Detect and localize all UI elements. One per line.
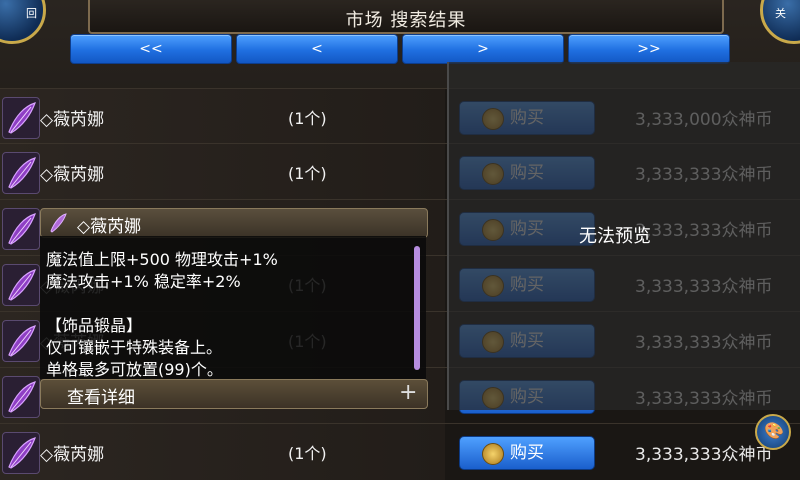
- item-quantity: (1个): [288, 444, 327, 463]
- tooltip-line: 【饰品锻晶】: [46, 316, 143, 335]
- item-name: ◇薇芮娜: [40, 165, 105, 185]
- tooltip-line: 魔法攻击+1% 稳定率+2%: [46, 272, 241, 291]
- last-page-button[interactable]: >>: [568, 34, 730, 64]
- purple-feather-icon: [2, 208, 40, 250]
- header-bar: 市场 搜索结果: [88, 0, 724, 34]
- item-name: ◇薇芮娜: [40, 445, 105, 465]
- purple-feather-icon: [2, 152, 40, 194]
- palette-icon[interactable]: 🎨: [755, 414, 791, 450]
- purple-feather-icon: [2, 264, 40, 306]
- item-quantity: (1个): [288, 164, 327, 183]
- tooltip-header: ◇薇芮娜: [40, 208, 428, 238]
- view-detail-label: 查看详细: [67, 388, 135, 408]
- item-quantity: (1个): [288, 109, 327, 128]
- purple-feather-icon: [2, 320, 40, 362]
- preview-unavailable-text: 无法预览: [579, 226, 651, 247]
- table-row[interactable]: ◇薇芮娜 (1个) 购买 3,333,333众神币: [0, 423, 800, 480]
- row-item-cell: ◇薇芮娜 (1个): [0, 424, 445, 480]
- close-orb-label: 关: [775, 7, 786, 20]
- purple-feather-icon: [2, 432, 40, 474]
- plus-icon: +: [399, 380, 418, 405]
- item-price: 3,333,333众神币: [635, 445, 773, 465]
- tooltip-body: 魔法值上限+500 物理攻击+1% 魔法攻击+1% 稳定率+2% 【饰品锻晶】 …: [40, 236, 426, 379]
- tooltip-line: 单格最多可放置(99)个。: [46, 360, 223, 379]
- row-item-cell: ◇薇芮娜 (1个): [0, 89, 445, 145]
- item-name: ◇薇芮娜: [40, 110, 105, 130]
- preview-overlay: 无法预览: [447, 62, 800, 410]
- tooltip-scrollbar[interactable]: [414, 246, 420, 370]
- back-orb-label: 回: [26, 7, 37, 20]
- coin-icon: [482, 443, 504, 465]
- tooltip-line: 仅可镶嵌于特殊装备上。: [46, 338, 223, 357]
- buy-label: 购买: [510, 443, 544, 463]
- prev-page-button[interactable]: <: [236, 34, 398, 64]
- next-page-button[interactable]: >: [402, 34, 564, 64]
- tooltip-item-name: ◇薇芮娜: [77, 217, 142, 237]
- purple-feather-icon: [2, 97, 40, 139]
- buy-button[interactable]: 购买: [459, 436, 595, 470]
- purple-feather-icon: [50, 213, 67, 233]
- purple-feather-icon: [2, 376, 40, 418]
- tooltip-line: 魔法值上限+500 物理攻击+1%: [46, 250, 278, 269]
- view-detail-button[interactable]: 查看详细 +: [40, 379, 428, 409]
- page-title: 市场 搜索结果: [345, 10, 467, 31]
- row-item-cell: ◇薇芮娜 (1个): [0, 144, 445, 200]
- first-page-button[interactable]: <<: [70, 34, 232, 64]
